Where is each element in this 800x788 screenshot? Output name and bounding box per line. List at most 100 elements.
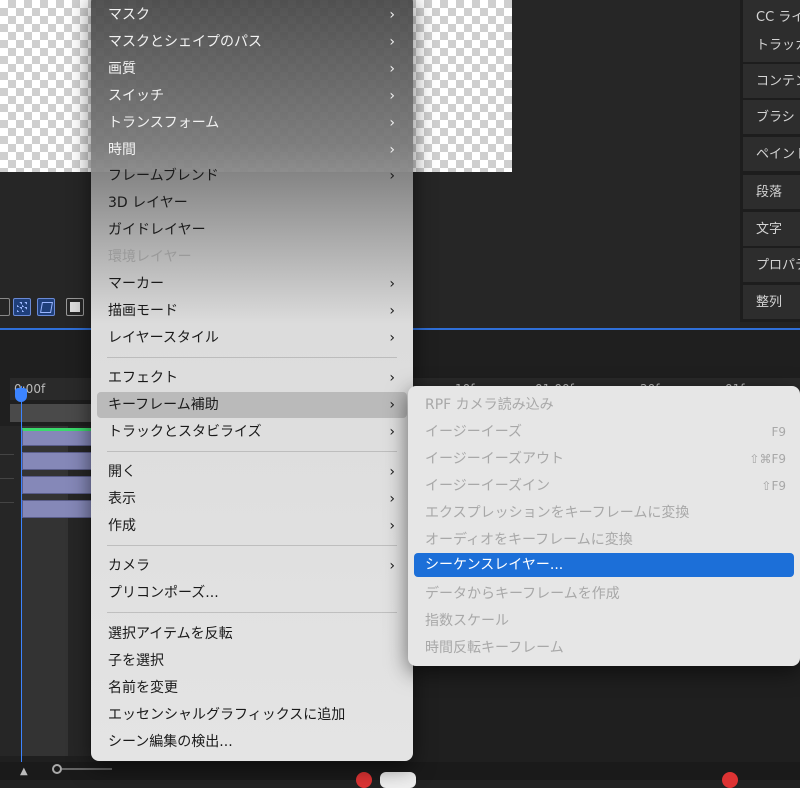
menu-item-label: 描画モード [108, 303, 178, 319]
submenu-item-label: 指数スケール [425, 613, 509, 629]
chevron-right-icon: › [389, 370, 395, 386]
timeline-footer: ▲ [0, 762, 800, 788]
menu-item-frame-blend[interactable]: フレームブレンド › [97, 163, 407, 189]
menu-item-create[interactable]: 作成 › [97, 513, 407, 539]
menu-item-label: マーカー [108, 276, 164, 292]
dock-indicator-icon [722, 772, 738, 788]
menu-item-label: トラックとスタビライズ [108, 424, 262, 440]
menu-item-guide-layer[interactable]: ガイドレイヤー [97, 217, 407, 243]
menu-item-label: カメラ [108, 558, 150, 574]
track-divider [0, 478, 14, 479]
zoom-slider-handle[interactable] [52, 764, 62, 774]
panel-content[interactable]: コンテンツ [743, 64, 800, 99]
layer-clip[interactable] [22, 476, 92, 494]
dock-indicator-icon [380, 772, 416, 788]
menu-item-keyframe-assistant[interactable]: キーフレーム補助 › [97, 392, 407, 418]
menu-item-transform[interactable]: トランスフォーム › [97, 110, 407, 136]
menu-item-label: エッセンシャルグラフィックスに追加 [108, 707, 346, 723]
menu-item-time[interactable]: 時間 › [97, 137, 407, 163]
submenu-item-sequence-layers[interactable]: シーケンスレイヤー... [414, 553, 794, 577]
menu-item-markers[interactable]: マーカー › [97, 271, 407, 297]
chevron-right-icon: › [389, 276, 395, 292]
menu-item-blend-mode[interactable]: 描画モード › [97, 298, 407, 324]
menu-item-pre-compose[interactable]: プリコンポーズ... [97, 580, 407, 606]
submenu-item-convert-expression: エクスプレッションをキーフレームに変換 [414, 501, 794, 525]
menu-item-open[interactable]: 開く › [97, 459, 407, 485]
panel-align[interactable]: 整列 [743, 285, 800, 320]
submenu-item-easy-ease-out: イージーイーズアウト ⇧⌘F9 [414, 447, 794, 471]
chevron-right-icon: › [389, 330, 395, 346]
chevron-right-icon: › [389, 168, 395, 184]
menu-item-reveal[interactable]: 表示 › [97, 486, 407, 512]
menu-item-label: フレームブレンド [108, 168, 219, 184]
menu-item-quality[interactable]: 画質 › [97, 56, 407, 82]
panel-paint[interactable]: ペイント [743, 137, 800, 172]
menu-item-3d-layer[interactable]: 3D レイヤー [97, 190, 407, 216]
submenu-item-easy-ease: RPF カメラ読み込みイージーイーズF9 [414, 420, 794, 444]
track-divider [0, 454, 14, 455]
chevron-right-icon: › [389, 88, 395, 104]
menu-item-label: 選択アイテムを反転 [108, 626, 233, 642]
submenu-item-convert-audio: オーディオをキーフレームに変換 [414, 528, 794, 552]
menu-item-scene-edit-detection[interactable]: シーン編集の検出... [97, 729, 407, 755]
submenu-item-label: イージーイーズイン [425, 478, 551, 494]
menu-item-label: プリコンポーズ... [108, 585, 219, 601]
submenu-item-exponential-scale: 指数スケール [414, 609, 794, 633]
shortcut-label: ⇧⌘F9 [749, 452, 786, 466]
chevron-right-icon: › [389, 558, 395, 574]
transparency-grid-toggle-icon[interactable] [13, 298, 31, 316]
chevron-right-icon: › [389, 464, 395, 480]
panel-tracker[interactable]: トラッカー [743, 28, 800, 63]
menu-item-track-stabilize[interactable]: トラックとスタビライズ › [97, 419, 407, 445]
menu-item-mask[interactable]: マスク › [97, 2, 407, 28]
menu-item-label: 名前を変更 [108, 680, 178, 696]
menu-item-switches[interactable]: スイッチ › [97, 83, 407, 109]
chevron-right-icon: › [389, 303, 395, 319]
submenu-item-label: データからキーフレームを作成 [425, 586, 620, 602]
menu-item-label: 3D レイヤー [108, 195, 188, 211]
region-of-interest-icon[interactable] [0, 298, 10, 316]
zoom-slider-track[interactable] [62, 768, 112, 770]
submenu-item-label: 時間反転キーフレーム [425, 640, 564, 656]
chevron-right-icon: › [389, 115, 395, 131]
submenu-item-rpf-camera-import: RPF カメラ読み込み [414, 393, 794, 417]
menu-item-label: スイッチ [108, 88, 164, 104]
menu-item-mask-shape-path[interactable]: マスクとシェイプのパス › [97, 29, 407, 55]
panel-brushes[interactable]: ブラシ [743, 100, 800, 135]
panel-character[interactable]: 文字 [743, 212, 800, 247]
mask-visibility-toggle-icon[interactable] [37, 298, 55, 316]
playhead-line[interactable] [21, 386, 22, 776]
chevron-right-icon: › [389, 142, 395, 158]
menu-item-rename[interactable]: 名前を変更 [97, 675, 407, 701]
menu-item-label: 子を選択 [108, 653, 164, 669]
menu-item-label: 表示 [108, 491, 136, 507]
zoom-out-icon[interactable]: ▲ [20, 766, 28, 777]
layer-clip[interactable] [22, 452, 92, 470]
menu-item-select-children[interactable]: 子を選択 [97, 648, 407, 674]
chevron-right-icon: › [389, 491, 395, 507]
chevron-right-icon: › [389, 61, 395, 77]
submenu-item-label: エクスプレッションをキーフレームに変換 [425, 505, 690, 521]
snapshot-icon[interactable] [66, 298, 84, 316]
menu-item-add-essential-graphics[interactable]: エッセンシャルグラフィックスに追加 [97, 702, 407, 728]
track-divider [0, 502, 14, 503]
menu-item-label: キーフレーム補助 [108, 397, 219, 413]
submenu-item-label: イージーイーズ [425, 424, 523, 440]
keyframe-assistant-submenu: RPF カメラ読み込み RPF カメラ読み込みイージーイーズF9 イージーイーズ… [408, 386, 800, 666]
layer-clip[interactable] [22, 428, 92, 446]
playhead-handle[interactable] [15, 388, 27, 402]
menu-item-invert-selection[interactable]: 選択アイテムを反転 [97, 621, 407, 647]
menu-item-label: マスク [108, 7, 150, 23]
panel-properties[interactable]: プロパティ [743, 248, 800, 283]
chevron-right-icon: › [389, 424, 395, 440]
menu-item-label: シーン編集の検出... [108, 734, 233, 750]
menu-item-camera[interactable]: カメラ › [97, 553, 407, 579]
chevron-right-icon: › [389, 34, 395, 50]
layer-clip[interactable] [22, 500, 92, 518]
menu-item-layer-styles[interactable]: レイヤースタイル › [97, 325, 407, 351]
menu-item-label: トランスフォーム [108, 115, 220, 131]
panel-paragraph[interactable]: 段落 [743, 175, 800, 210]
menu-item-effects[interactable]: エフェクト › [97, 365, 407, 391]
menu-item-label: ガイドレイヤー [108, 222, 206, 238]
shortcut-label: F9 [771, 425, 786, 439]
